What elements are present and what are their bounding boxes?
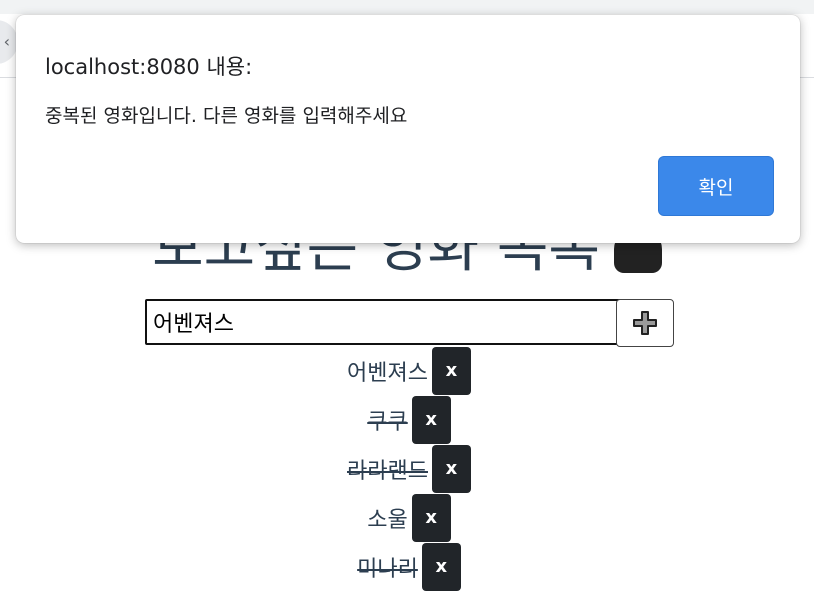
movie-item: 미나리 x [0, 542, 814, 591]
delete-movie-button[interactable]: x [411, 493, 451, 542]
movie-item: 라라랜드 x [0, 444, 814, 493]
movie-name[interactable]: 소울 [363, 502, 411, 534]
add-movie-button[interactable] [616, 299, 674, 347]
delete-movie-button[interactable]: x [431, 346, 471, 395]
dialog-message: 중복된 영화입니다. 다른 영화를 입력해주세요 [45, 105, 408, 127]
movie-list: 어벤져스 x 쿠쿠 x 라라랜드 x 소울 x 미나리 x [0, 346, 814, 591]
confirm-button[interactable]: 확인 [659, 157, 773, 215]
movie-input[interactable] [145, 299, 627, 345]
movie-item: 소울 x [0, 493, 814, 542]
movie-name[interactable]: 어벤져스 [343, 355, 432, 387]
movie-item: 쿠쿠 x [0, 395, 814, 444]
movie-name[interactable]: 미나리 [353, 551, 422, 583]
dialog-title: localhost:8080 내용: [45, 55, 253, 79]
delete-movie-button[interactable]: x [431, 444, 471, 493]
movie-item: 어벤져스 x [0, 346, 814, 395]
movie-name[interactable]: 라라랜드 [343, 453, 432, 485]
alert-dialog: localhost:8080 내용: 중복된 영화입니다. 다른 영화를 입력해… [16, 15, 800, 243]
delete-movie-button[interactable]: x [411, 395, 451, 444]
delete-movie-button[interactable]: x [421, 542, 461, 591]
plus-icon [633, 311, 657, 335]
movie-name[interactable]: 쿠쿠 [363, 404, 411, 436]
